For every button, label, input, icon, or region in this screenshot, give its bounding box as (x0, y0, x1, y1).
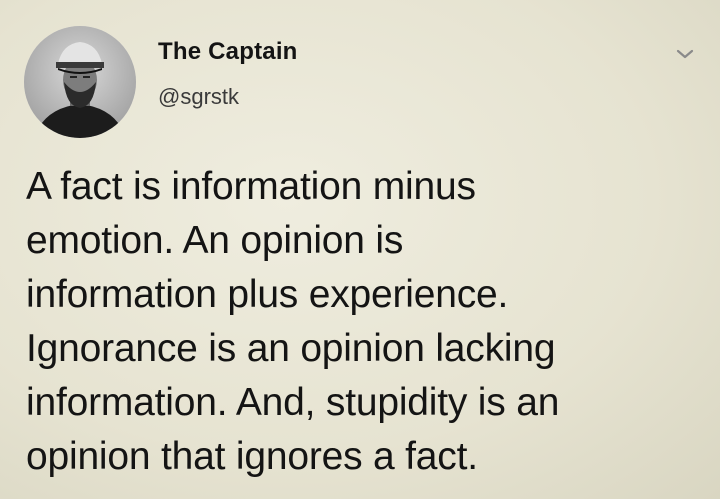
author-info: The Captain @sgrstk (158, 38, 298, 110)
user-handle[interactable]: @sgrstk (158, 84, 298, 110)
display-name[interactable]: The Captain (158, 38, 298, 66)
avatar[interactable] (24, 26, 136, 138)
chevron-down-icon[interactable] (674, 46, 696, 62)
tweet-header: The Captain @sgrstk (24, 20, 704, 140)
avatar-portrait-icon (24, 26, 136, 138)
tweet-card: The Captain @sgrstk A fact is informatio… (0, 0, 720, 499)
tweet-text: A fact is information minus emotion. An … (26, 165, 560, 478)
